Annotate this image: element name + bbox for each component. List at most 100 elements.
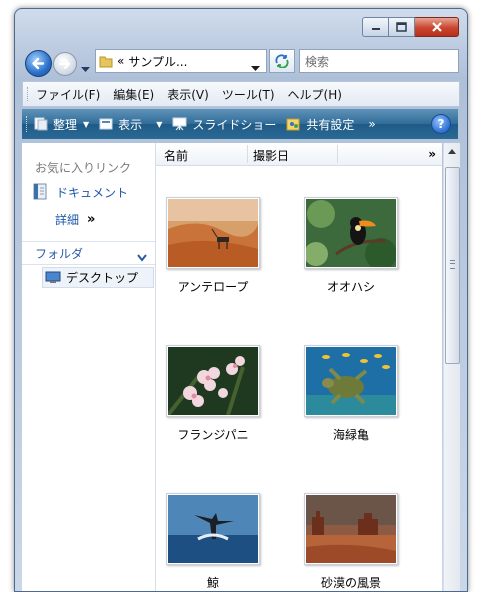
close-button[interactable]	[415, 17, 459, 37]
slideshow-button[interactable]: スライドショー	[172, 116, 276, 133]
scroll-up-button[interactable]	[444, 143, 460, 159]
more-links-button[interactable]: 詳細 »	[55, 211, 95, 228]
antelope-photo	[168, 199, 258, 267]
navigation-pane: お気に入りリンク ドキュメント 詳細 » フォルダ デスクトップ	[22, 143, 156, 591]
toolbar-grip	[26, 116, 29, 132]
refresh-icon	[275, 54, 289, 68]
forward-button[interactable]	[53, 52, 77, 76]
slideshow-icon	[172, 117, 187, 131]
menu-bar: ファイル(F) 編集(E) 表示(V) ツール(T) ヘルプ(H)	[22, 81, 460, 107]
toucan-photo	[306, 199, 396, 267]
thumbnail	[166, 197, 260, 269]
command-bar: 整理 ▼ 表示 ▼ スライドショー 共有設定 » ?	[22, 109, 458, 139]
menu-view[interactable]: 表示(V)	[167, 86, 209, 103]
whale-tail-photo	[168, 495, 258, 563]
minimize-icon	[371, 28, 380, 30]
thumbnail	[304, 493, 398, 565]
file-name: 海緑亀	[332, 428, 369, 442]
file-list: アンテロープ オオハシ フランジパニ 海緑亀 鯨 砂漠の風景	[156, 166, 442, 591]
column-overflow-button[interactable]: »	[428, 147, 436, 161]
file-item[interactable]: 海緑亀	[291, 345, 411, 443]
scroll-thumb[interactable]	[445, 167, 460, 364]
views-button[interactable]: 表示 ▼	[99, 116, 162, 133]
column-divider[interactable]	[337, 145, 338, 163]
menu-file[interactable]: ファイル(F)	[36, 86, 100, 103]
help-icon: ?	[437, 117, 445, 131]
menu-edit[interactable]: 編集(E)	[113, 86, 154, 103]
frangipani-photo	[168, 347, 258, 415]
search-input[interactable]: 検索	[299, 49, 459, 73]
file-item[interactable]: オオハシ	[291, 197, 411, 295]
file-item[interactable]: フランジパニ	[156, 345, 273, 443]
views-label: 表示	[118, 117, 143, 132]
column-divider[interactable]	[247, 145, 248, 163]
file-name: アンテロープ	[177, 280, 249, 294]
chevron-down-icon: ▼	[156, 119, 163, 129]
menu-help[interactable]: ヘルプ(H)	[288, 86, 342, 103]
folders-label: フォルダ	[35, 246, 84, 261]
file-name: 砂漠の風景	[320, 576, 381, 590]
organize-button[interactable]: 整理 ▼	[34, 116, 89, 133]
desert-landscape-photo	[306, 495, 396, 563]
share-label: 共有設定	[306, 117, 355, 132]
documents-icon	[33, 183, 47, 200]
more-label: 詳細	[55, 213, 80, 227]
arrow-right-icon	[59, 59, 70, 69]
address-bar[interactable]: « サンプル...	[95, 49, 267, 73]
file-item[interactable]: 鯨	[156, 493, 273, 591]
file-item[interactable]: アンテロープ	[156, 197, 273, 295]
explorer-window: « サンプル... 検索 ファイル(F) 編集(E) 表示(V) ツール(T) …	[14, 8, 468, 592]
chevron-down-icon	[81, 67, 90, 72]
column-date-taken[interactable]: 撮影日	[253, 147, 289, 164]
file-name: オオハシ	[326, 280, 375, 294]
close-icon	[431, 22, 442, 32]
sea-turtle-photo	[306, 347, 396, 415]
organize-icon	[34, 117, 48, 131]
thumbnail	[166, 345, 260, 417]
file-name: 鯨	[206, 576, 219, 590]
chevron-down-icon: ▼	[83, 119, 90, 129]
breadcrumb-prefix: «	[117, 54, 125, 68]
more-chevron-icon: »	[87, 212, 96, 227]
folder-icon	[99, 56, 113, 68]
breadcrumb[interactable]: サンプル...	[128, 53, 187, 70]
folders-toggle[interactable]: フォルダ	[22, 241, 155, 265]
toolbar-overflow-button[interactable]: »	[368, 117, 375, 131]
arrow-left-icon	[32, 57, 45, 70]
search-placeholder: 検索	[305, 54, 330, 69]
scroll-grip	[450, 260, 455, 269]
recent-pages-dropdown[interactable]	[81, 58, 90, 77]
share-icon	[286, 117, 301, 132]
chevron-up-icon	[448, 148, 456, 154]
file-item[interactable]: 砂漠の風景	[291, 493, 411, 591]
share-button[interactable]: 共有設定	[286, 116, 354, 133]
column-headers: 名前 撮影日 »	[156, 143, 442, 166]
file-name: フランジパニ	[177, 428, 249, 442]
column-name[interactable]: 名前	[164, 147, 188, 164]
menu-grip	[27, 87, 30, 101]
thumbnail	[166, 493, 260, 565]
favorite-links-header: お気に入りリンク	[35, 161, 132, 175]
desktop-icon	[45, 271, 61, 283]
slideshow-label: スライドショー	[192, 117, 277, 132]
desktop-label: デスクトップ	[66, 271, 139, 285]
help-button[interactable]: ?	[431, 114, 451, 134]
window-controls	[362, 17, 459, 37]
refresh-button[interactable]	[269, 49, 295, 73]
views-icon	[99, 118, 113, 130]
vertical-scrollbar[interactable]	[443, 143, 460, 591]
menu-tools[interactable]: ツール(T)	[222, 86, 275, 103]
tree-item-desktop[interactable]: デスクトップ	[42, 267, 154, 288]
chevron-down-icon	[251, 66, 260, 71]
documents-label: ドキュメント	[56, 185, 129, 200]
minimize-button[interactable]	[362, 17, 389, 37]
thumbnail	[304, 345, 398, 417]
chevron-down-icon	[137, 247, 147, 266]
back-button[interactable]	[25, 50, 52, 77]
address-dropdown[interactable]	[251, 57, 260, 76]
thumbnail	[304, 197, 398, 269]
favorite-link-documents[interactable]: ドキュメント	[32, 183, 128, 201]
maximize-button[interactable]	[389, 17, 415, 37]
organize-label: 整理	[53, 117, 78, 132]
maximize-icon	[396, 22, 407, 32]
